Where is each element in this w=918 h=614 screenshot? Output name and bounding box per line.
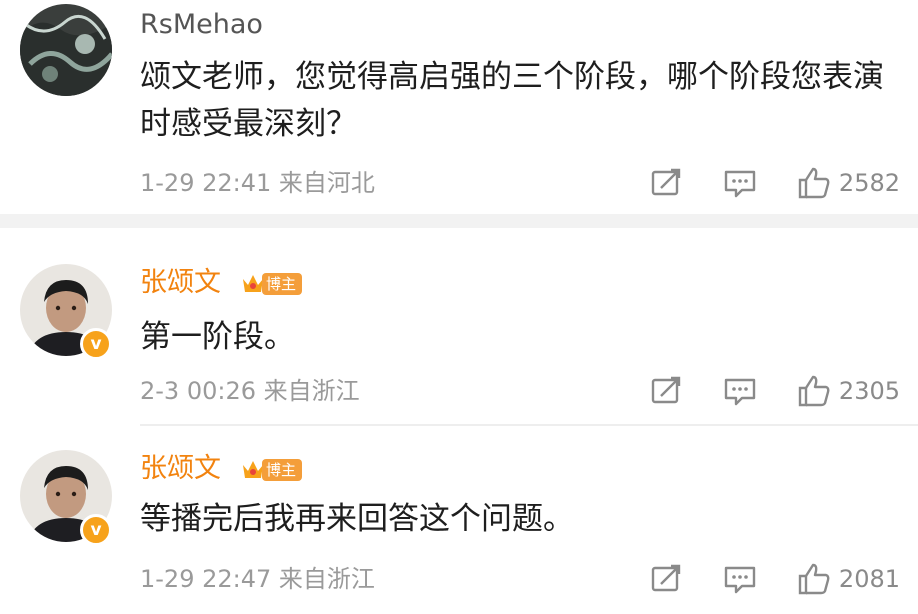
comment-actions: 2582	[649, 166, 900, 200]
like-count: 2081	[838, 565, 900, 593]
host-badge-label: 博主	[262, 273, 303, 295]
like-icon[interactable]	[797, 166, 831, 200]
avatar[interactable]	[20, 4, 112, 96]
repost-icon[interactable]	[649, 166, 683, 200]
verified-badge: v	[80, 514, 112, 546]
comment-meta: 1-29 22:41 来自河北	[140, 168, 375, 198]
comment-time: 1-29 22:47	[140, 565, 272, 593]
like-count: 2305	[838, 377, 900, 405]
comment-actions: 2305	[649, 374, 900, 408]
username[interactable]: RsMehao	[140, 8, 263, 42]
comment-text: 颂文老师，您觉得高启强的三个阶段，哪个阶段您表演时感受最深刻？	[140, 59, 884, 142]
comment-location: 来自浙江	[278, 565, 375, 593]
like-count: 2582	[838, 169, 900, 197]
comment-text: 第一阶段。	[140, 319, 295, 355]
comment-meta: 2-3 00:26 来自浙江	[140, 376, 360, 406]
comment-location: 来自河北	[278, 169, 375, 197]
host-badge: 博主	[240, 457, 303, 483]
repost-icon[interactable]	[649, 562, 683, 596]
username[interactable]: 张颂文	[140, 452, 221, 486]
avatar-image	[20, 4, 112, 96]
verified-badge: v	[80, 328, 112, 360]
comment-icon[interactable]	[723, 166, 757, 200]
host-badge: 博主	[240, 271, 303, 297]
repost-icon[interactable]	[649, 374, 683, 408]
comment-text: 等播完后我再来回答这个问题。	[140, 501, 574, 537]
like-icon[interactable]	[797, 374, 831, 408]
comment-location: 来自浙江	[263, 377, 360, 405]
like-icon[interactable]	[797, 562, 831, 596]
comment-time: 2-3 00:26	[140, 377, 256, 405]
comment-actions: 2081	[649, 562, 900, 596]
comment-icon[interactable]	[723, 374, 757, 408]
host-badge-label: 博主	[262, 459, 303, 481]
comment-divider	[140, 424, 918, 426]
comment-icon[interactable]	[723, 562, 757, 596]
comment-meta: 1-29 22:47 来自浙江	[140, 564, 375, 594]
section-divider	[0, 214, 918, 228]
comment-time: 1-29 22:41	[140, 169, 272, 197]
username[interactable]: 张颂文	[140, 266, 221, 300]
